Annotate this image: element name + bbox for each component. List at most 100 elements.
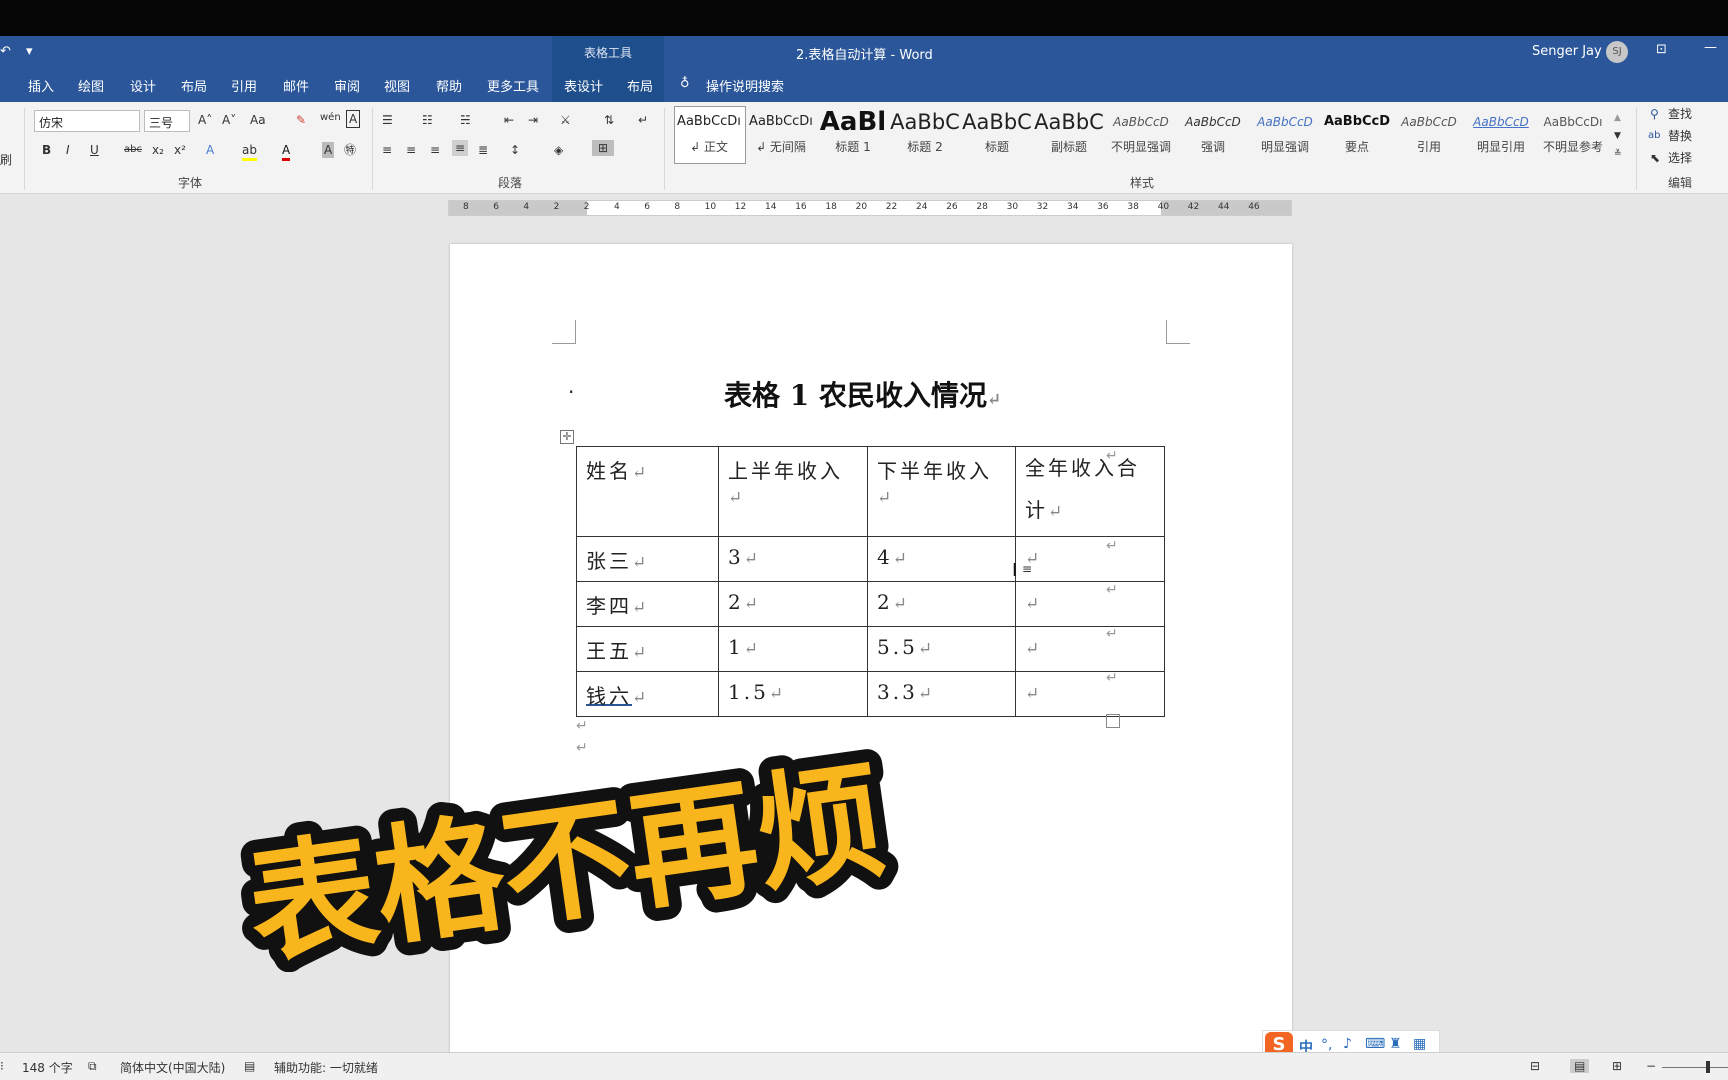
print-layout-icon[interactable]: ▤ <box>1570 1059 1590 1073</box>
table-cell[interactable]: 2↵ <box>718 581 868 627</box>
style-item[interactable]: AaBbCcDı ↲ 无间隔 <box>746 106 816 162</box>
page-indicator-icon[interactable]: ⁝ <box>0 1059 4 1073</box>
replace-button[interactable]: 替换 <box>1668 128 1692 144</box>
tab-design[interactable]: 设计 <box>130 76 156 95</box>
style-item[interactable]: AaBbCcD 引用 <box>1394 106 1464 162</box>
avatar[interactable]: SJ <box>1606 41 1628 63</box>
table-cell[interactable]: 王五↵ <box>576 626 719 672</box>
format-painter-partial[interactable]: 刷 <box>0 152 12 168</box>
income-table[interactable]: 姓名↵ 上半年收入↵ 下半年收入↵ 全年收入合计↵ 张三↵ 3↵ 4↵ ↵ 李四↵ 2↵ 2… <box>576 446 1165 717</box>
superscript-button[interactable]: x² <box>174 142 186 158</box>
change-case-icon[interactable]: Aa <box>250 112 266 128</box>
qat-customize-icon[interactable]: ▾ <box>26 44 33 59</box>
clear-format-icon[interactable]: ✎ <box>296 112 306 128</box>
style-item[interactable]: AaBl 标题 1 <box>818 106 888 162</box>
zoom-out-icon[interactable]: − <box>1646 1059 1656 1073</box>
tab-view[interactable]: 视图 <box>384 76 410 95</box>
subscript-button[interactable]: x₂ <box>152 142 164 158</box>
undo-icon[interactable]: ↶ <box>0 44 11 59</box>
tab-table-layout[interactable]: 布局 <box>627 76 653 95</box>
style-item[interactable]: AaBbC 标题 <box>962 106 1032 162</box>
text-effects-icon[interactable]: A <box>206 142 214 158</box>
tab-insert[interactable]: 插入 <box>28 76 54 95</box>
borders-icon[interactable]: ⊞ <box>592 140 615 156</box>
font-name-select[interactable]: 仿宋 <box>34 110 140 132</box>
toolbox-icon[interactable]: ▦ <box>1413 1036 1426 1052</box>
style-item[interactable]: AaBbCcD 强调 <box>1178 106 1248 162</box>
tab-references[interactable]: 引用 <box>231 76 257 95</box>
web-layout-icon[interactable]: ⊞ <box>1612 1059 1622 1073</box>
accessibility-status[interactable]: 辅助功能: 一切就绪 <box>274 1059 378 1076</box>
styles-scroll-down-icon[interactable]: ▼ <box>1614 128 1621 144</box>
italic-button[interactable]: I <box>66 142 70 158</box>
table-cell[interactable]: 3↵ <box>718 536 868 582</box>
multilevel-list-icon[interactable]: ☵ <box>460 112 471 128</box>
align-left-icon[interactable]: ≡ <box>382 142 392 158</box>
show-marks-icon[interactable]: ↵ <box>638 112 648 128</box>
line-spacing-icon[interactable]: ↕ <box>510 142 520 158</box>
table-cell[interactable]: ↵ <box>1015 626 1165 672</box>
microphone-icon[interactable]: ♪ <box>1343 1036 1352 1052</box>
enclose-char-icon[interactable]: ㊕ <box>344 142 356 158</box>
zoom-slider[interactable] <box>1662 1067 1728 1068</box>
align-center-icon[interactable]: ≡ <box>406 142 416 158</box>
strikethrough-button[interactable]: abc <box>124 142 142 158</box>
zoom-slider-thumb[interactable] <box>1706 1061 1710 1073</box>
minimize-icon[interactable]: — <box>1704 40 1717 55</box>
ribbon-display-icon[interactable]: ⊡ <box>1656 42 1667 57</box>
header-cell[interactable]: 下半年收入 ↵ <box>867 446 1016 537</box>
punctuation-icon[interactable]: °, <box>1321 1037 1332 1053</box>
header-cell[interactable]: 上半年收入 ↵ <box>718 446 868 537</box>
table-cell[interactable]: ↵ <box>1015 536 1165 582</box>
tab-help[interactable]: 帮助 <box>436 76 462 95</box>
style-item[interactable]: AaBbC 标题 2 <box>890 106 960 162</box>
style-item[interactable]: AaBbCcD 明显引用 <box>1466 106 1536 162</box>
find-button[interactable]: 查找 <box>1668 106 1692 122</box>
keyboard-icon[interactable]: ⌨ <box>1365 1036 1385 1052</box>
increase-indent-icon[interactable]: ⇥ <box>528 112 538 128</box>
macro-icon[interactable]: ▤ <box>244 1059 255 1073</box>
table-cell[interactable]: 3.3↵ <box>867 671 1016 717</box>
font-color-icon[interactable]: A <box>282 142 291 161</box>
skin-icon[interactable]: ♜ <box>1389 1036 1402 1052</box>
horizontal-ruler[interactable]: 8 6 4 2 2 4 6 8 10 12 14 16 18 20 22 24 26 28 30 32 34 36 38 40… <box>448 200 1292 216</box>
grow-font-icon[interactable]: A˄ <box>198 112 212 128</box>
shrink-font-icon[interactable]: A˅ <box>222 112 236 128</box>
tab-draw[interactable]: 绘图 <box>78 76 104 95</box>
bold-button[interactable]: B <box>42 142 51 158</box>
sort-icon[interactable]: ⇅ <box>604 112 614 128</box>
table-resize-handle[interactable] <box>1106 714 1120 728</box>
style-item[interactable]: AaBbCcD 要点 <box>1322 106 1392 162</box>
style-item[interactable]: AaBbCcDı ↲ 正文 <box>674 106 744 162</box>
table-cell[interactable]: 钱六↵ <box>576 671 719 717</box>
justify-icon[interactable]: ≡ <box>452 140 469 156</box>
table-cell[interactable]: ↵ <box>1015 671 1165 717</box>
proofing-icon[interactable]: ⧉ <box>88 1059 97 1074</box>
tab-review[interactable]: 审阅 <box>334 76 360 95</box>
tab-more-tools[interactable]: 更多工具 <box>487 76 539 95</box>
style-item[interactable]: AaBbC 副标题 <box>1034 106 1104 162</box>
header-cell[interactable]: 全年收入合计↵ <box>1015 446 1165 537</box>
tab-mailings[interactable]: 邮件 <box>283 76 309 95</box>
char-border-icon[interactable]: A <box>346 110 361 128</box>
table-cell[interactable]: ↵ <box>1015 581 1165 627</box>
style-item[interactable]: AaBbCcD 明显强调 <box>1250 106 1320 162</box>
numbering-icon[interactable]: ☷ <box>422 112 433 128</box>
tell-me-search[interactable]: 操作说明搜索 <box>706 76 784 95</box>
user-name[interactable]: Senger Jay <box>1532 44 1602 59</box>
tab-table-design[interactable]: 表设计 <box>564 76 603 95</box>
table-cell[interactable]: 5.5↵ <box>867 626 1016 672</box>
table-cell[interactable]: 2↵ <box>867 581 1016 627</box>
underline-button[interactable]: U <box>90 142 99 158</box>
distributed-icon[interactable]: ≣ <box>478 142 488 158</box>
highlight-icon[interactable]: ab <box>242 142 257 161</box>
table-cell[interactable]: 张三↵ <box>576 536 719 582</box>
table-cell[interactable]: 4↵ <box>867 536 1016 582</box>
chinese-layout-icon[interactable]: ⚔ <box>560 112 571 128</box>
language-indicator[interactable]: 简体中文(中国大陆) <box>120 1059 225 1076</box>
char-shading-icon[interactable]: A <box>322 142 335 158</box>
tab-layout[interactable]: 布局 <box>181 76 207 95</box>
document-title[interactable]: 表格 1 农民收入情况↵ <box>724 374 1001 414</box>
table-cell[interactable]: 李四↵ <box>576 581 719 627</box>
header-cell[interactable]: 姓名↵ <box>576 446 719 537</box>
